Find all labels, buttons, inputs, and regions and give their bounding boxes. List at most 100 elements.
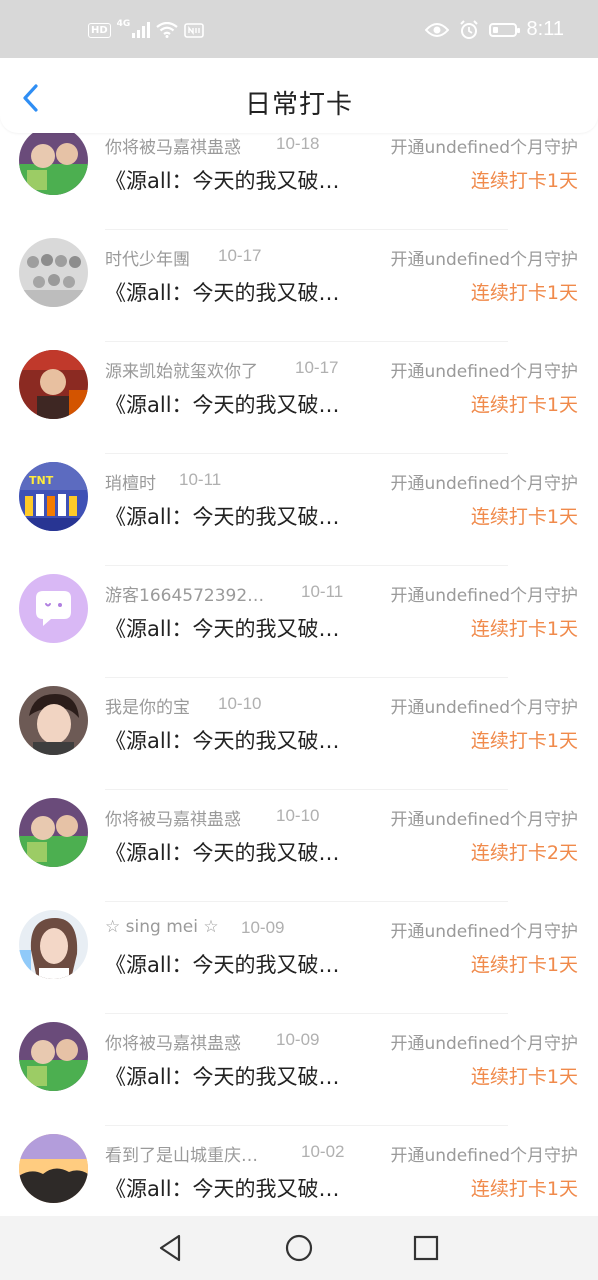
status-left-icons: HD 4G xyxy=(88,19,205,38)
avatar[interactable] xyxy=(19,686,88,755)
streak-badge: 连续打卡1天 xyxy=(470,394,578,416)
checkin-date: 10-17 xyxy=(218,246,262,265)
nav-back-button[interactable] xyxy=(155,1232,187,1264)
avatar-image xyxy=(19,238,88,307)
guard-info: 开通undefined个月守护 xyxy=(390,474,578,494)
chat-bubble-avatar-icon xyxy=(19,574,88,643)
user-name[interactable]: 琑檀时 xyxy=(105,469,156,494)
checkin-list[interactable]: 你将被马嘉祺蛊惑 10-18 开通undefined个月守护 《源all：今天的… xyxy=(0,0,598,1216)
avatar-image xyxy=(19,686,88,755)
checkin-date: 10-17 xyxy=(295,358,339,377)
streak-badge: 连续打卡1天 xyxy=(470,954,578,976)
user-name[interactable]: 你将被马嘉祺蛊惑 xyxy=(105,805,241,830)
checkin-date: 10-10 xyxy=(218,694,262,713)
avatar[interactable] xyxy=(19,126,88,195)
checkin-date: 10-11 xyxy=(179,470,222,489)
checkin-row[interactable]: 你将被马嘉祺蛊惑 10-10 开通undefined个月守护 《源all：今天的… xyxy=(0,790,598,902)
checkin-content[interactable]: 《源all：今天的我又破防了》 xyxy=(105,613,360,643)
network-type: 4G xyxy=(116,19,131,29)
checkin-date: 10-09 xyxy=(276,1030,320,1049)
avatar[interactable]: TNT xyxy=(19,462,88,531)
checkin-content[interactable]: 《源all：今天的我又破防了》 xyxy=(105,1173,360,1203)
checkin-content[interactable]: 《源all：今天的我又破防了》 xyxy=(105,837,360,867)
checkin-content[interactable]: 《源all：今天的我又破防了》 xyxy=(105,725,360,755)
avatar-image xyxy=(19,126,88,195)
checkin-content[interactable]: 《源all：今天的我又破防了》 xyxy=(105,389,360,419)
avatar[interactable] xyxy=(19,574,88,643)
checkin-content[interactable]: 《源all：今天的我又破防了》 xyxy=(105,501,360,531)
checkin-date: 10-11 xyxy=(301,582,344,601)
user-name[interactable]: 游客1664572392… xyxy=(105,581,264,606)
streak-badge: 连续打卡1天 xyxy=(470,730,578,752)
checkin-content[interactable]: 《源all：今天的我又破防了》 xyxy=(105,277,360,307)
avatar-image: TNT xyxy=(19,462,88,531)
checkin-row[interactable]: 看到了是山城重庆… 10-02 开通undefined个月守护 《源all：今天… xyxy=(0,1126,598,1216)
checkin-row[interactable]: ☆ sing mei ☆ 10-09 开通undefined个月守护 《源all… xyxy=(0,902,598,1014)
triangle-back-icon xyxy=(159,1234,181,1262)
nav-recents-button[interactable] xyxy=(410,1232,442,1264)
guard-info: 开通undefined个月守护 xyxy=(390,922,578,942)
guard-info: 开通undefined个月守护 xyxy=(390,698,578,718)
guard-info: 开通undefined个月守护 xyxy=(390,250,578,270)
streak-badge: 连续打卡2天 xyxy=(470,842,578,864)
avatar[interactable] xyxy=(19,1022,88,1091)
system-nav-bar xyxy=(0,1216,598,1280)
checkin-content[interactable]: 《源all：今天的我又破防了》 xyxy=(105,165,360,195)
avatar-image xyxy=(19,1134,88,1203)
checkin-date: 10-02 xyxy=(301,1142,345,1161)
eye-icon xyxy=(424,22,449,37)
guard-info: 开通undefined个月守护 xyxy=(390,362,578,382)
avatar-image xyxy=(19,350,88,419)
checkin-date: 10-10 xyxy=(276,806,320,825)
user-name[interactable]: ☆ sing mei ☆ xyxy=(105,917,219,937)
guard-info: 开通undefined个月守护 xyxy=(390,1146,578,1166)
checkin-content[interactable]: 《源all：今天的我又破防了》 xyxy=(105,949,360,979)
checkin-date: 10-09 xyxy=(241,918,285,937)
avatar[interactable] xyxy=(19,798,88,867)
guard-info: 开通undefined个月守护 xyxy=(390,1034,578,1054)
checkin-row[interactable]: 我是你的宝 10-10 开通undefined个月守护 《源all：今天的我又破… xyxy=(0,678,598,790)
avatar[interactable] xyxy=(19,350,88,419)
avatar[interactable] xyxy=(19,910,88,979)
streak-badge: 连续打卡1天 xyxy=(470,282,578,304)
guard-info: 开通undefined个月守护 xyxy=(390,586,578,606)
alarm-icon xyxy=(459,19,478,39)
avatar-image xyxy=(19,910,88,979)
wifi-icon xyxy=(156,22,179,38)
page-title: 日常打卡 xyxy=(244,90,353,120)
streak-badge: 连续打卡1天 xyxy=(470,506,578,528)
nfc-icon xyxy=(184,22,205,38)
guard-info: 开通undefined个月守护 xyxy=(390,810,578,830)
checkin-date: 10-18 xyxy=(276,134,320,153)
hd-icon: HD xyxy=(88,22,111,38)
svg-text:TNT: TNT xyxy=(29,474,54,487)
avatar[interactable] xyxy=(19,238,88,307)
nav-home-button[interactable] xyxy=(283,1232,315,1264)
streak-badge: 连续打卡1天 xyxy=(470,1066,578,1088)
checkin-content[interactable]: 《源all：今天的我又破防了》 xyxy=(105,1061,360,1091)
status-time: 8:11 xyxy=(526,18,564,40)
signal-icon xyxy=(132,22,151,38)
status-right-icons: 8:11 xyxy=(424,18,564,41)
user-name[interactable]: 源来凯始就玺欢你了 xyxy=(105,357,258,382)
avatar-image xyxy=(19,1022,88,1091)
streak-badge: 连续打卡1天 xyxy=(470,618,578,640)
square-recents-icon xyxy=(413,1235,439,1261)
user-name[interactable]: 你将被马嘉祺蛊惑 xyxy=(105,1029,241,1054)
guard-info: 开通undefined个月守护 xyxy=(390,138,578,158)
avatar-image xyxy=(19,798,88,867)
user-name[interactable]: 看到了是山城重庆… xyxy=(105,1141,258,1166)
status-bar: HD 4G 8:11 xyxy=(0,0,598,58)
user-name[interactable]: 我是你的宝 xyxy=(105,693,190,718)
avatar[interactable] xyxy=(19,1134,88,1203)
checkin-row[interactable]: TNT 琑檀时 10-11 开通undefined个月守护 《源all：今天的我… xyxy=(0,454,598,566)
checkin-row[interactable]: 你将被马嘉祺蛊惑 10-09 开通undefined个月守护 《源all：今天的… xyxy=(0,1014,598,1126)
checkin-row[interactable]: 源来凯始就玺欢你了 10-17 开通undefined个月守护 《源all：今天… xyxy=(0,342,598,454)
checkin-row[interactable]: 时代少年團 10-17 开通undefined个月守护 《源all：今天的我又破… xyxy=(0,230,598,342)
user-name[interactable]: 时代少年團 xyxy=(105,245,190,270)
battery-icon xyxy=(488,22,520,37)
checkin-row[interactable]: 你将被马嘉祺蛊惑 10-18 开通undefined个月守护 《源all：今天的… xyxy=(0,118,598,230)
streak-badge: 连续打卡1天 xyxy=(470,1178,578,1200)
checkin-row[interactable]: 游客1664572392… 10-11 开通undefined个月守护 《源al… xyxy=(0,566,598,678)
user-name[interactable]: 你将被马嘉祺蛊惑 xyxy=(105,133,241,158)
